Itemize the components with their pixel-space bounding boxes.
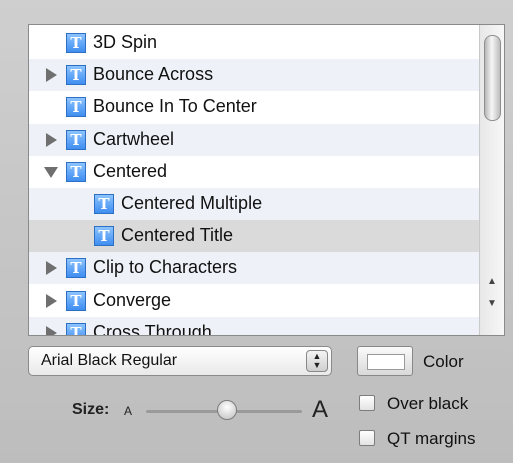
over-black-label: Over black bbox=[387, 394, 469, 413]
list-item-label: Centered Multiple bbox=[121, 193, 263, 213]
text-effect-icon: T bbox=[94, 194, 114, 214]
list-item[interactable]: T Converge bbox=[29, 285, 480, 317]
scroll-thumb[interactable] bbox=[484, 35, 501, 121]
list-item[interactable]: T 3D Spin bbox=[29, 27, 480, 59]
size-large-icon: A bbox=[312, 396, 329, 423]
vertical-scrollbar[interactable]: ▲ ▼ bbox=[479, 25, 504, 335]
list-item-label: Converge bbox=[93, 289, 172, 310]
up-arrow-icon: ▲ bbox=[487, 275, 497, 287]
color-swatch bbox=[367, 354, 405, 370]
disclosure-closed-icon[interactable] bbox=[46, 325, 57, 335]
list-item-label: Bounce Across bbox=[93, 64, 214, 85]
list-item[interactable]: T Bounce In To Center bbox=[29, 91, 480, 123]
list-item-label: Cartwheel bbox=[93, 128, 175, 149]
qt-margins-checkbox[interactable] bbox=[359, 430, 375, 446]
text-effect-icon: T bbox=[66, 290, 86, 311]
text-effect-icon: T bbox=[66, 129, 86, 150]
disclosure-closed-icon[interactable] bbox=[46, 68, 57, 83]
text-effect-icon: T bbox=[94, 226, 114, 247]
list-item-label: Centered Title bbox=[121, 225, 234, 246]
effects-list-panel: T 3D Spin T Bounce Across T Bounce In To Cent… bbox=[28, 24, 505, 336]
disclosure-closed-icon[interactable] bbox=[46, 293, 57, 308]
text-effect-icon: T bbox=[66, 65, 86, 86]
list-item[interactable]: T Bounce Across bbox=[29, 59, 480, 92]
list-item[interactable]: T Cartwheel bbox=[29, 123, 480, 156]
disclosure-closed-icon[interactable] bbox=[46, 261, 57, 276]
text-effect-icon: T bbox=[66, 161, 86, 182]
list-item-label: Clip to Characters bbox=[93, 257, 238, 278]
list-item[interactable]: T Centered Title bbox=[29, 220, 480, 253]
text-effect-icon: T bbox=[66, 33, 86, 53]
text-effect-icon: T bbox=[66, 97, 86, 118]
size-slider-knob[interactable] bbox=[217, 400, 237, 420]
list-item[interactable]: T Centered Multiple bbox=[29, 188, 480, 220]
disclosure-closed-icon[interactable] bbox=[46, 132, 57, 147]
down-arrow-icon: ▼ bbox=[487, 297, 497, 309]
list-item[interactable]: T Clip to Characters bbox=[29, 252, 480, 285]
list-item-label: Cross Through bbox=[93, 321, 212, 336]
scroll-up-button[interactable]: ▲ bbox=[480, 270, 504, 292]
list-item-label: Centered bbox=[93, 160, 168, 181]
over-black-checkbox[interactable] bbox=[359, 395, 375, 411]
font-popup[interactable]: Arial Black Regular ▲ ▼ bbox=[28, 346, 332, 376]
list-item[interactable]: T Centered bbox=[29, 156, 480, 188]
scroll-down-button[interactable]: ▼ bbox=[480, 292, 504, 314]
text-effect-icon: T bbox=[66, 258, 86, 279]
effects-list[interactable]: T 3D Spin T Bounce Across T Bounce In To Cent… bbox=[29, 25, 480, 335]
list-item[interactable]: T Cross Through bbox=[29, 316, 480, 336]
list-item-label: Bounce In To Center bbox=[93, 96, 257, 117]
font-popup-value: Arial Black Regular bbox=[41, 352, 178, 369]
popup-arrows-icon: ▲ ▼ bbox=[306, 350, 328, 372]
color-well[interactable] bbox=[357, 346, 413, 376]
color-label: Color bbox=[423, 352, 464, 371]
disclosure-open-icon[interactable] bbox=[44, 166, 58, 178]
size-label: Size: bbox=[72, 401, 110, 418]
size-small-icon: A bbox=[124, 404, 133, 418]
list-item-label: 3D Spin bbox=[93, 32, 158, 52]
qt-margins-label: QT margins bbox=[387, 429, 476, 448]
text-effect-icon: T bbox=[66, 322, 86, 335]
